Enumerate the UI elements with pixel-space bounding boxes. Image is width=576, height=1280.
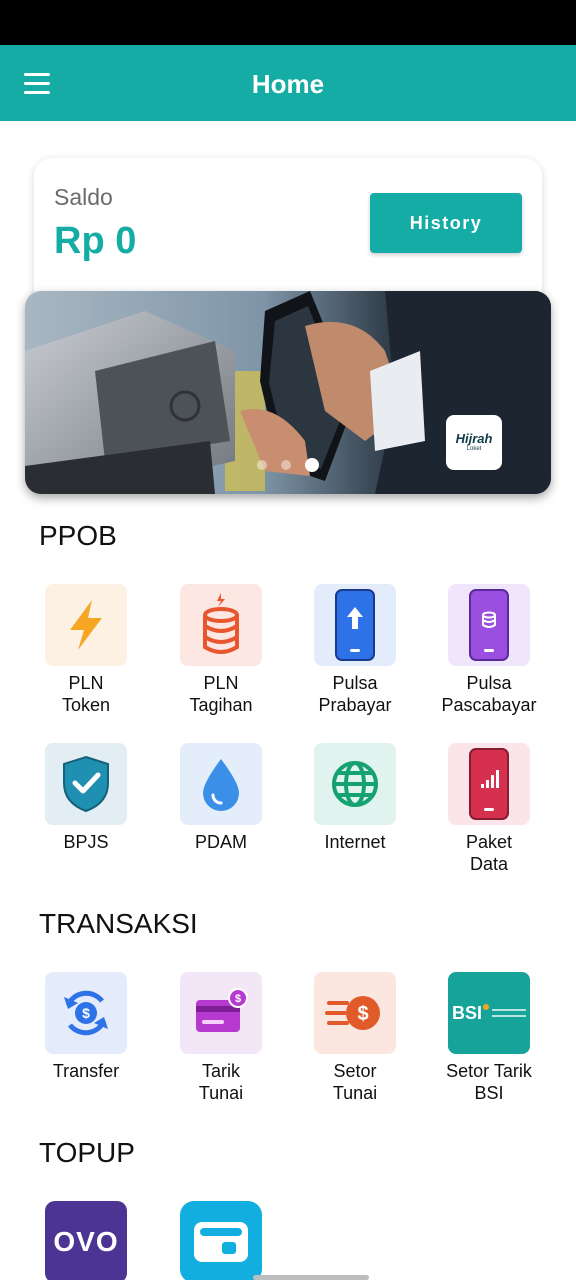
ovo-logo-icon: OVO (45, 1201, 127, 1280)
menu-item-wallet[interactable] (161, 1201, 281, 1280)
section-title-transaksi: TRANSAKSI (39, 908, 198, 939)
menu-item-transfer[interactable]: $ Transfer (26, 972, 146, 1082)
lightning-icon (45, 584, 127, 666)
svg-text:$: $ (357, 1003, 368, 1025)
menu-item-pln-token[interactable]: PLN Token (26, 584, 146, 716)
wallet-icon (180, 1201, 262, 1280)
cash-deposit-icon: $ (314, 972, 396, 1054)
menu-item-setor-tarik-bsi[interactable]: BSI Setor Tarik BSI (429, 972, 549, 1104)
menu-item-paket-data[interactable]: Paket Data (429, 743, 549, 875)
menu-item-tarik-tunai[interactable]: $ Tarik Tunai (161, 972, 281, 1104)
bsi-logo-text: BSI (451, 1002, 482, 1023)
menu-item-label: BPJS (63, 832, 109, 852)
menu-item-label: PLN Tagihan (189, 673, 253, 715)
menu-item-bpjs[interactable]: BPJS (26, 743, 146, 853)
card-withdraw-icon: $ (180, 972, 262, 1054)
transfer-icon: $ (45, 972, 127, 1054)
brand-subname: Loket (466, 446, 482, 452)
home-indicator[interactable] (253, 1275, 369, 1280)
menu-item-setor-tunai[interactable]: $ Setor Tunai (295, 972, 415, 1104)
status-bar (0, 0, 576, 45)
menu-item-label: Pulsa Prabayar (318, 673, 392, 715)
menu-item-label: Setor Tunai (332, 1061, 378, 1103)
database-icon (180, 584, 262, 666)
promo-banner[interactable]: Hijrah Loket (25, 291, 551, 494)
hijrah-loket-logo: Hijrah Loket (446, 415, 502, 470)
carousel-dot-active[interactable] (305, 458, 319, 472)
balance-label: Saldo (54, 184, 113, 210)
menu-item-label: Setor Tarik BSI (446, 1061, 532, 1103)
menu-item-label: PDAM (194, 832, 247, 852)
balance-value: Rp 0 (54, 220, 137, 262)
menu-item-label: Pulsa Pascabayar (441, 673, 537, 715)
history-button[interactable]: History (370, 193, 522, 253)
phone-database-icon (448, 584, 530, 666)
carousel-dot[interactable] (281, 460, 291, 470)
menu-item-label: Tarik Tunai (198, 1061, 244, 1103)
app-bar: Home (0, 45, 576, 121)
svg-text:$: $ (235, 993, 241, 1005)
phone-upload-icon (314, 584, 396, 666)
section-title-ppob: PPOB (39, 520, 117, 551)
menu-item-pln-tagihan[interactable]: PLN Tagihan (161, 584, 281, 716)
brand-name: Hijrah (455, 431, 493, 446)
phone-signal-icon (448, 743, 530, 825)
menu-item-pdam[interactable]: PDAM (161, 743, 281, 853)
carousel-dot[interactable] (257, 460, 267, 470)
menu-item-ovo[interactable]: OVO (26, 1201, 146, 1280)
menu-item-label: Transfer (52, 1061, 120, 1081)
page-title: Home (251, 69, 325, 99)
menu-item-label: PLN Token (61, 673, 111, 715)
section-title-topup: TOPUP (39, 1137, 135, 1168)
svg-text:$: $ (82, 1005, 90, 1021)
menu-item-label: Internet (324, 832, 386, 852)
globe-icon (314, 743, 396, 825)
menu-item-pulsa-pascabayar[interactable]: Pulsa Pascabayar (429, 584, 549, 716)
water-drop-icon (180, 743, 262, 825)
shield-check-icon (45, 743, 127, 825)
bsi-logo-icon: BSI (448, 972, 530, 1054)
menu-item-pulsa-prabayar[interactable]: Pulsa Prabayar (295, 584, 415, 716)
ovo-logo-text: OVO (53, 1226, 119, 1257)
menu-item-internet[interactable]: Internet (295, 743, 415, 853)
menu-item-label: Paket Data (465, 832, 513, 874)
